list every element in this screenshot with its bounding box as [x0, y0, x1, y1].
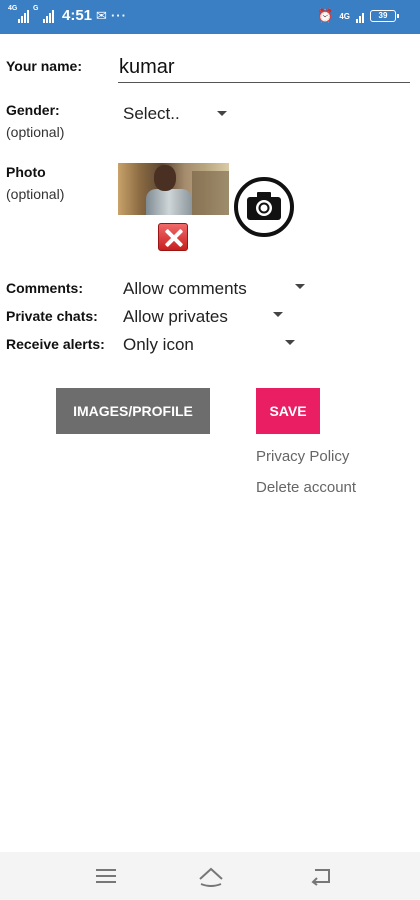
name-label: Your name:	[6, 58, 82, 74]
back-icon[interactable]	[309, 866, 333, 886]
alarm-icon: ⏰	[317, 8, 334, 23]
photo-label: Photo	[6, 164, 46, 180]
chevron-down-icon	[295, 284, 305, 289]
chevron-down-icon	[285, 340, 295, 345]
photo-optional-hint: (optional)	[6, 186, 65, 202]
home-icon[interactable]	[197, 866, 225, 888]
network-4g-label: 4G	[339, 11, 350, 21]
gender-select-value: Select..	[123, 104, 180, 123]
clock: 4:51	[62, 7, 93, 24]
receive-alerts-select[interactable]: Only icon	[123, 334, 303, 356]
delete-photo-icon[interactable]	[158, 223, 188, 251]
notification-icon: ✉	[96, 7, 107, 23]
name-input[interactable]	[118, 53, 410, 83]
signal-icon: 4G	[8, 5, 29, 23]
gender-label: Gender:	[6, 102, 60, 118]
chevron-down-icon	[273, 312, 283, 317]
camera-button[interactable]	[234, 177, 294, 237]
private-chats-select-value: Allow privates	[123, 307, 228, 326]
menu-icon[interactable]	[95, 866, 117, 886]
signal-icon-2: G	[33, 5, 54, 23]
signal-strength-icon	[356, 9, 364, 23]
system-nav-bar	[0, 852, 420, 900]
private-chats-label: Private chats:	[6, 308, 98, 324]
privacy-policy-link[interactable]: Privacy Policy	[256, 448, 349, 465]
comments-select-value: Allow comments	[123, 279, 247, 298]
receive-alerts-select-value: Only icon	[123, 335, 194, 354]
receive-alerts-label: Receive alerts:	[6, 336, 105, 352]
comments-label: Comments:	[6, 280, 84, 296]
gender-select[interactable]: Select..	[123, 103, 233, 125]
status-bar: 4G G 4:51 ✉ ··· ⏰ 4G 39	[0, 0, 420, 34]
private-chats-select[interactable]: Allow privates	[123, 306, 293, 328]
save-button[interactable]: SAVE	[256, 388, 320, 434]
more-notifications-icon: ···	[110, 8, 127, 23]
camera-icon	[247, 192, 281, 220]
profile-photo[interactable]	[118, 163, 229, 215]
chevron-down-icon	[217, 111, 227, 116]
comments-select[interactable]: Allow comments	[123, 278, 313, 300]
delete-account-link[interactable]: Delete account	[256, 479, 356, 496]
battery-icon: 39	[370, 10, 399, 22]
gender-optional-hint: (optional)	[6, 124, 65, 140]
images-profile-button[interactable]: IMAGES/PROFILE	[56, 388, 210, 434]
